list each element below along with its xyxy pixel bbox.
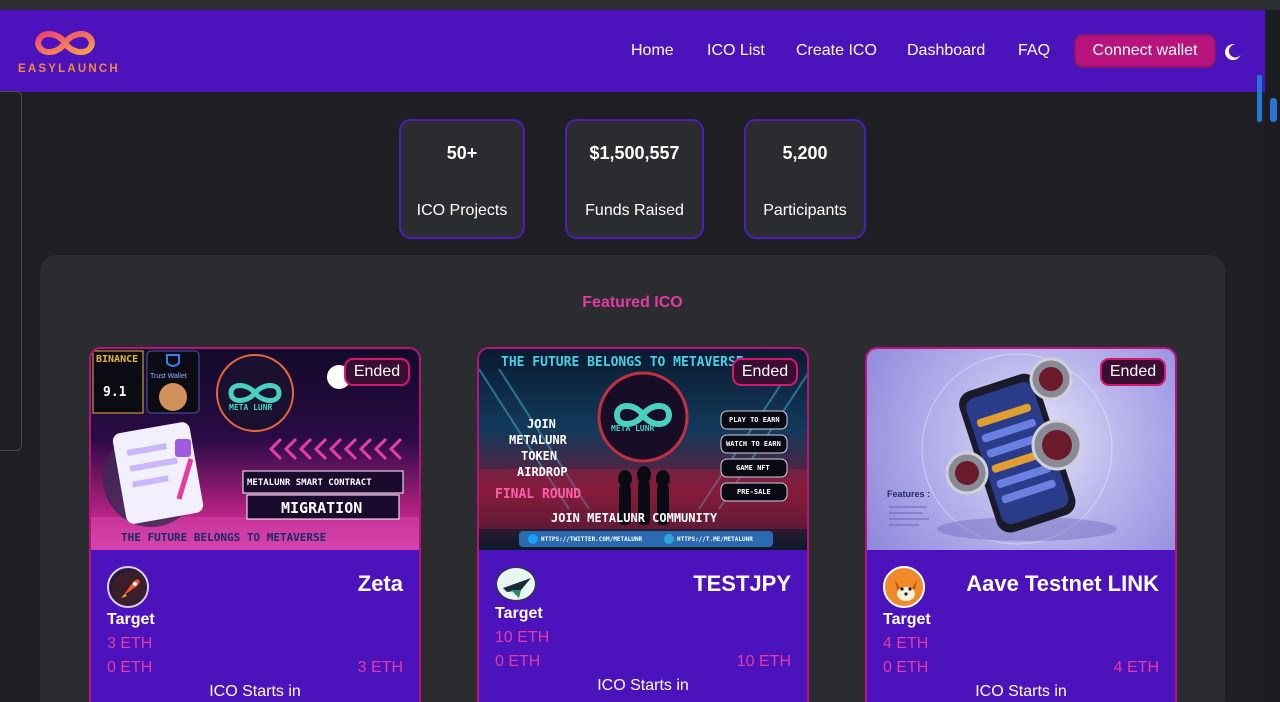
banner-text: PLAY TO EARN xyxy=(729,416,780,424)
goal-value: 3 ETH xyxy=(357,659,403,676)
banner-text: MIGRATION xyxy=(281,499,363,517)
token-avatar xyxy=(883,566,925,608)
jet-icon xyxy=(503,578,531,598)
brand-name: EASYLAUNCH xyxy=(18,63,120,75)
brand-logo[interactable]: EASYLAUNCH xyxy=(18,26,118,76)
nav-dashboard-link[interactable]: Dashboard xyxy=(907,42,985,60)
banner-text: FINAL ROUND xyxy=(495,487,582,502)
banner-text: THE FUTURE BELONGS TO METAVERSE xyxy=(501,355,744,370)
banner-text: HTTPS://T.ME/METALUNR xyxy=(677,536,753,543)
stat-value: 50+ xyxy=(446,143,478,163)
target-label: Target xyxy=(107,611,155,628)
status-badge: Ended xyxy=(1100,358,1166,386)
ico-starts-label: ICO Starts in xyxy=(975,683,1067,700)
infinity-logo-icon xyxy=(34,31,96,55)
raised-value: 0 ETH xyxy=(107,659,153,676)
stat-funds-raised: $1,500,557 Funds Raised xyxy=(565,119,704,239)
nav-faq-link[interactable]: FAQ xyxy=(1018,42,1050,60)
target-label: Target xyxy=(883,611,931,628)
stat-value: $1,500,557 xyxy=(589,143,680,163)
nav-home-link[interactable]: Home xyxy=(631,42,674,60)
stat-value: 5,200 xyxy=(782,143,828,163)
target-value: 10 ETH xyxy=(495,629,550,646)
banner-text: METALUNR xyxy=(509,433,567,447)
token-name: TESTJPY xyxy=(693,571,791,596)
banner-text: JOIN xyxy=(527,417,556,431)
ico-card-testjpy[interactable]: THE FUTURE BELONGS TO METAVERSE JOIN MET… xyxy=(477,347,809,702)
banner-text: META LUNR xyxy=(611,424,655,433)
side-drawer-edge[interactable] xyxy=(0,91,22,451)
stat-label: Participants xyxy=(763,202,847,219)
target-label: Target xyxy=(495,605,543,622)
banner-text: WATCH TO EARN xyxy=(726,440,781,448)
nav-ico-list-link[interactable]: ICO List xyxy=(707,42,765,60)
goal-value: 4 ETH xyxy=(1113,659,1159,676)
featured-ico-title: Featured ICO xyxy=(582,294,683,311)
banner-text: BINANCE xyxy=(96,354,139,365)
banner-text: TOKEN xyxy=(521,449,558,463)
ico-starts-label: ICO Starts in xyxy=(209,683,301,700)
target-value: 3 ETH xyxy=(107,635,153,652)
ico-starts-label: ICO Starts in xyxy=(597,677,689,694)
scroll-indicator xyxy=(1257,75,1262,122)
banner-text: METALUNR SMART CONTRACT xyxy=(247,478,372,488)
nav-create-ico-link[interactable]: Create ICO xyxy=(796,42,877,60)
target-value: 4 ETH xyxy=(883,635,929,652)
banner-text: Features : xyxy=(887,489,931,499)
top-navbar: EASYLAUNCH Home ICO List Create ICO Dash… xyxy=(0,10,1265,92)
banner-text: HTTPS://TWITTER.COM/METALUNR xyxy=(541,536,643,543)
banner-text: PRE-SALE xyxy=(737,488,771,496)
ico-card-zeta[interactable]: BINANCE 9.1 Trust Wallet META LUNR METAL… xyxy=(89,347,421,702)
stat-label: Funds Raised xyxy=(585,202,684,219)
stat-label: ICO Projects xyxy=(416,202,508,219)
raised-value: 0 ETH xyxy=(883,659,929,676)
rocket-icon xyxy=(112,571,147,606)
token-avatar xyxy=(107,566,149,608)
token-name: Aave Testnet LINK xyxy=(966,571,1159,596)
moon-icon[interactable] xyxy=(1224,43,1242,61)
banner-text: GAME NFT xyxy=(736,464,770,472)
banner-text: Trust Wallet xyxy=(150,373,187,380)
banner-text: THE FUTURE BELONGS TO METAVERSE xyxy=(121,531,327,544)
token-name: Zeta xyxy=(357,571,403,596)
banner-text: 9.1 xyxy=(103,385,127,400)
connect-wallet-button[interactable]: Connect wallet xyxy=(1074,34,1216,68)
window-top-strip xyxy=(0,0,1280,10)
goal-value: 10 ETH xyxy=(736,653,791,670)
raised-value: 0 ETH xyxy=(495,653,541,670)
ico-card-aave-testnet-link[interactable]: Features : Ended Aave Testnet LINK Targe… xyxy=(865,347,1177,702)
banner-text: META LUNR xyxy=(229,403,273,412)
banner-text: JOIN METALUNR COMMUNITY xyxy=(551,511,718,525)
stat-participants: 5,200 Participants xyxy=(744,119,866,239)
shiba-icon xyxy=(887,570,923,606)
status-badge: Ended xyxy=(344,358,410,386)
banner-text: AIRDROP xyxy=(517,465,568,479)
status-badge: Ended xyxy=(732,358,798,386)
token-avatar xyxy=(495,566,537,602)
scrollbar-thumb[interactable] xyxy=(1270,98,1277,122)
stat-ico-projects: 50+ ICO Projects xyxy=(399,119,525,239)
